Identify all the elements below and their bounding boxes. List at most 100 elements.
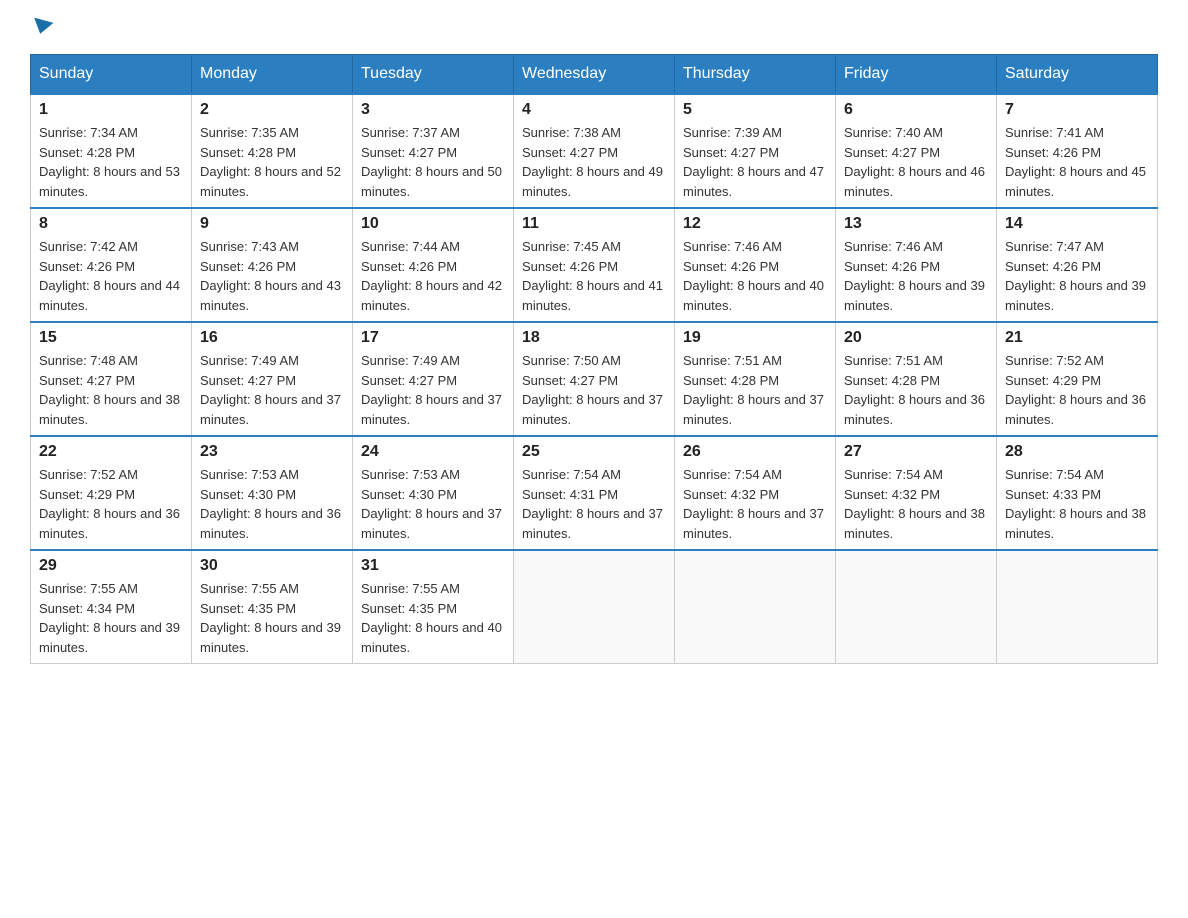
col-monday: Monday: [192, 55, 353, 95]
calendar-cell: 20 Sunrise: 7:51 AM Sunset: 4:28 PM Dayl…: [836, 322, 997, 436]
day-info: Sunrise: 7:35 AM Sunset: 4:28 PM Dayligh…: [200, 123, 344, 201]
day-info: Sunrise: 7:34 AM Sunset: 4:28 PM Dayligh…: [39, 123, 183, 201]
calendar-cell: 28 Sunrise: 7:54 AM Sunset: 4:33 PM Dayl…: [997, 436, 1158, 550]
week-row-2: 8 Sunrise: 7:42 AM Sunset: 4:26 PM Dayli…: [31, 208, 1158, 322]
day-number: 30: [200, 557, 344, 575]
day-info: Sunrise: 7:41 AM Sunset: 4:26 PM Dayligh…: [1005, 123, 1149, 201]
day-info: Sunrise: 7:54 AM Sunset: 4:32 PM Dayligh…: [844, 465, 988, 543]
calendar-cell: 17 Sunrise: 7:49 AM Sunset: 4:27 PM Dayl…: [353, 322, 514, 436]
week-row-3: 15 Sunrise: 7:48 AM Sunset: 4:27 PM Dayl…: [31, 322, 1158, 436]
day-number: 15: [39, 329, 183, 347]
calendar-cell: 3 Sunrise: 7:37 AM Sunset: 4:27 PM Dayli…: [353, 94, 514, 208]
day-info: Sunrise: 7:38 AM Sunset: 4:27 PM Dayligh…: [522, 123, 666, 201]
week-row-5: 29 Sunrise: 7:55 AM Sunset: 4:34 PM Dayl…: [31, 550, 1158, 664]
day-info: Sunrise: 7:49 AM Sunset: 4:27 PM Dayligh…: [361, 351, 505, 429]
col-friday: Friday: [836, 55, 997, 95]
col-sunday: Sunday: [31, 55, 192, 95]
calendar-cell: 21 Sunrise: 7:52 AM Sunset: 4:29 PM Dayl…: [997, 322, 1158, 436]
day-info: Sunrise: 7:54 AM Sunset: 4:32 PM Dayligh…: [683, 465, 827, 543]
calendar-cell: 16 Sunrise: 7:49 AM Sunset: 4:27 PM Dayl…: [192, 322, 353, 436]
day-info: Sunrise: 7:52 AM Sunset: 4:29 PM Dayligh…: [39, 465, 183, 543]
calendar-cell: 13 Sunrise: 7:46 AM Sunset: 4:26 PM Dayl…: [836, 208, 997, 322]
day-number: 26: [683, 443, 827, 461]
logo: [30, 20, 54, 34]
day-number: 9: [200, 215, 344, 233]
calendar-cell: 29 Sunrise: 7:55 AM Sunset: 4:34 PM Dayl…: [31, 550, 192, 664]
calendar-cell: 6 Sunrise: 7:40 AM Sunset: 4:27 PM Dayli…: [836, 94, 997, 208]
day-info: Sunrise: 7:51 AM Sunset: 4:28 PM Dayligh…: [683, 351, 827, 429]
calendar-cell: 25 Sunrise: 7:54 AM Sunset: 4:31 PM Dayl…: [514, 436, 675, 550]
calendar-cell: 30 Sunrise: 7:55 AM Sunset: 4:35 PM Dayl…: [192, 550, 353, 664]
week-row-1: 1 Sunrise: 7:34 AM Sunset: 4:28 PM Dayli…: [31, 94, 1158, 208]
calendar-cell: 1 Sunrise: 7:34 AM Sunset: 4:28 PM Dayli…: [31, 94, 192, 208]
week-row-4: 22 Sunrise: 7:52 AM Sunset: 4:29 PM Dayl…: [31, 436, 1158, 550]
day-number: 6: [844, 101, 988, 119]
calendar-cell: 24 Sunrise: 7:53 AM Sunset: 4:30 PM Dayl…: [353, 436, 514, 550]
day-info: Sunrise: 7:40 AM Sunset: 4:27 PM Dayligh…: [844, 123, 988, 201]
day-info: Sunrise: 7:55 AM Sunset: 4:35 PM Dayligh…: [361, 579, 505, 657]
day-info: Sunrise: 7:52 AM Sunset: 4:29 PM Dayligh…: [1005, 351, 1149, 429]
day-number: 8: [39, 215, 183, 233]
calendar-cell: 22 Sunrise: 7:52 AM Sunset: 4:29 PM Dayl…: [31, 436, 192, 550]
calendar-cell: 11 Sunrise: 7:45 AM Sunset: 4:26 PM Dayl…: [514, 208, 675, 322]
day-info: Sunrise: 7:50 AM Sunset: 4:27 PM Dayligh…: [522, 351, 666, 429]
day-number: 24: [361, 443, 505, 461]
day-info: Sunrise: 7:47 AM Sunset: 4:26 PM Dayligh…: [1005, 237, 1149, 315]
col-tuesday: Tuesday: [353, 55, 514, 95]
calendar-cell: [836, 550, 997, 664]
day-info: Sunrise: 7:51 AM Sunset: 4:28 PM Dayligh…: [844, 351, 988, 429]
calendar-cell: 18 Sunrise: 7:50 AM Sunset: 4:27 PM Dayl…: [514, 322, 675, 436]
day-number: 11: [522, 215, 666, 233]
day-number: 19: [683, 329, 827, 347]
day-info: Sunrise: 7:54 AM Sunset: 4:33 PM Dayligh…: [1005, 465, 1149, 543]
day-number: 22: [39, 443, 183, 461]
day-info: Sunrise: 7:45 AM Sunset: 4:26 PM Dayligh…: [522, 237, 666, 315]
calendar-cell: [997, 550, 1158, 664]
col-wednesday: Wednesday: [514, 55, 675, 95]
day-number: 3: [361, 101, 505, 119]
calendar-cell: [675, 550, 836, 664]
calendar-cell: 10 Sunrise: 7:44 AM Sunset: 4:26 PM Dayl…: [353, 208, 514, 322]
day-info: Sunrise: 7:46 AM Sunset: 4:26 PM Dayligh…: [683, 237, 827, 315]
day-info: Sunrise: 7:46 AM Sunset: 4:26 PM Dayligh…: [844, 237, 988, 315]
day-number: 18: [522, 329, 666, 347]
day-number: 17: [361, 329, 505, 347]
calendar-cell: 7 Sunrise: 7:41 AM Sunset: 4:26 PM Dayli…: [997, 94, 1158, 208]
day-number: 2: [200, 101, 344, 119]
day-info: Sunrise: 7:49 AM Sunset: 4:27 PM Dayligh…: [200, 351, 344, 429]
day-number: 27: [844, 443, 988, 461]
calendar-cell: [514, 550, 675, 664]
day-number: 29: [39, 557, 183, 575]
calendar-cell: 14 Sunrise: 7:47 AM Sunset: 4:26 PM Dayl…: [997, 208, 1158, 322]
day-number: 20: [844, 329, 988, 347]
day-number: 7: [1005, 101, 1149, 119]
day-number: 10: [361, 215, 505, 233]
day-number: 1: [39, 101, 183, 119]
calendar-cell: 23 Sunrise: 7:53 AM Sunset: 4:30 PM Dayl…: [192, 436, 353, 550]
calendar-cell: 9 Sunrise: 7:43 AM Sunset: 4:26 PM Dayli…: [192, 208, 353, 322]
calendar-cell: 31 Sunrise: 7:55 AM Sunset: 4:35 PM Dayl…: [353, 550, 514, 664]
day-number: 14: [1005, 215, 1149, 233]
day-info: Sunrise: 7:43 AM Sunset: 4:26 PM Dayligh…: [200, 237, 344, 315]
calendar-cell: 12 Sunrise: 7:46 AM Sunset: 4:26 PM Dayl…: [675, 208, 836, 322]
calendar-cell: 8 Sunrise: 7:42 AM Sunset: 4:26 PM Dayli…: [31, 208, 192, 322]
day-info: Sunrise: 7:53 AM Sunset: 4:30 PM Dayligh…: [200, 465, 344, 543]
page-header: [30, 20, 1158, 34]
calendar-cell: 2 Sunrise: 7:35 AM Sunset: 4:28 PM Dayli…: [192, 94, 353, 208]
col-saturday: Saturday: [997, 55, 1158, 95]
day-info: Sunrise: 7:44 AM Sunset: 4:26 PM Dayligh…: [361, 237, 505, 315]
calendar-cell: 4 Sunrise: 7:38 AM Sunset: 4:27 PM Dayli…: [514, 94, 675, 208]
day-number: 21: [1005, 329, 1149, 347]
day-info: Sunrise: 7:54 AM Sunset: 4:31 PM Dayligh…: [522, 465, 666, 543]
day-number: 25: [522, 443, 666, 461]
day-number: 23: [200, 443, 344, 461]
calendar-cell: 15 Sunrise: 7:48 AM Sunset: 4:27 PM Dayl…: [31, 322, 192, 436]
calendar-cell: 26 Sunrise: 7:54 AM Sunset: 4:32 PM Dayl…: [675, 436, 836, 550]
day-info: Sunrise: 7:42 AM Sunset: 4:26 PM Dayligh…: [39, 237, 183, 315]
logo-triangle-icon: [31, 18, 54, 37]
day-number: 13: [844, 215, 988, 233]
day-info: Sunrise: 7:48 AM Sunset: 4:27 PM Dayligh…: [39, 351, 183, 429]
day-number: 16: [200, 329, 344, 347]
calendar-cell: 5 Sunrise: 7:39 AM Sunset: 4:27 PM Dayli…: [675, 94, 836, 208]
day-number: 28: [1005, 443, 1149, 461]
